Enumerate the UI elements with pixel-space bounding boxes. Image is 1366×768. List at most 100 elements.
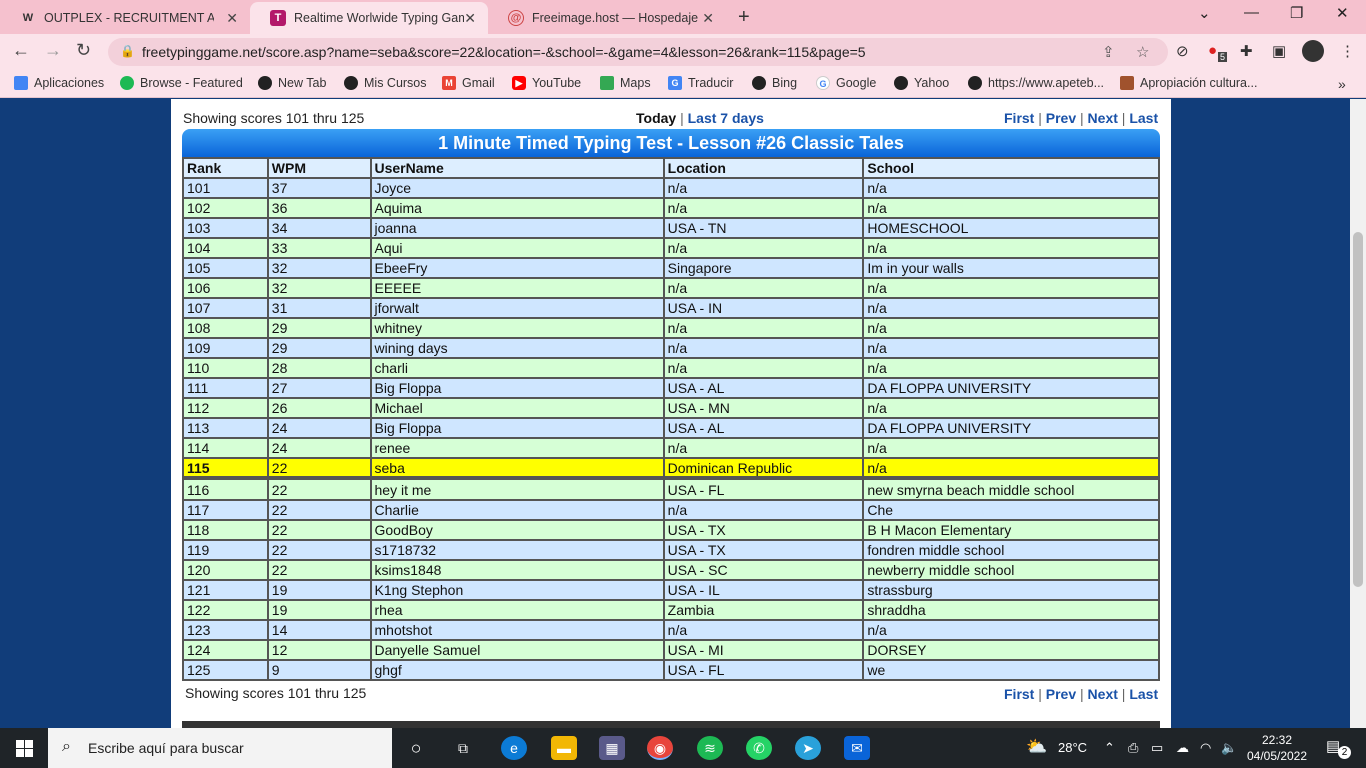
bookmarks-overflow-icon[interactable]: » <box>1338 76 1346 92</box>
cell-school: n/a <box>862 197 1160 219</box>
wifi-icon[interactable]: ◠ <box>1200 740 1211 756</box>
extension-icon[interactable]: ● <box>1208 42 1217 59</box>
cell-school: n/a <box>862 619 1160 641</box>
cell-wpm: 27 <box>266 377 372 399</box>
cell-school: shraddha <box>862 599 1160 621</box>
bookmark-new-tab[interactable]: New Tab <box>258 76 326 90</box>
pager-first-link[interactable]: First <box>1004 686 1034 702</box>
tab-outplex[interactable]: W OUTPLEX - RECRUITMENT ASSES ✕ <box>0 2 250 34</box>
pager-prev-link[interactable]: Prev <box>1046 686 1076 702</box>
scrollbar-thumb[interactable] <box>1353 232 1363 587</box>
file-explorer-icon[interactable]: ▬ <box>551 736 577 760</box>
reload-icon[interactable]: ↻ <box>76 40 91 61</box>
cell-wpm: 22 <box>266 457 372 479</box>
bookmark-label: Maps <box>620 76 651 90</box>
bookmark-apeteb[interactable]: https://www.apeteb... <box>968 76 1104 90</box>
cell-username: s1718732 <box>369 539 665 561</box>
lock-icon[interactable]: 🔒 <box>120 44 135 58</box>
bookmark-browse-featured[interactable]: Browse - Featured <box>120 76 243 90</box>
bookmark-mis-cursos[interactable]: Mis Cursos <box>344 76 427 90</box>
tab-search-chevron-icon[interactable]: ⌄ <box>1198 4 1211 22</box>
back-arrow-icon[interactable]: ← <box>12 40 30 61</box>
tray-chevron-up-icon[interactable]: ⌃ <box>1104 740 1115 756</box>
microsoft-store-icon[interactable]: ▦ <box>599 736 625 760</box>
close-icon[interactable]: ✕ <box>226 10 238 27</box>
url-text[interactable]: freetypinggame.net/score.asp?name=seba&s… <box>142 44 866 60</box>
address-bar[interactable]: 🔒 freetypinggame.net/score.asp?name=seba… <box>108 38 1168 66</box>
pager-next-link[interactable]: Next <box>1088 686 1118 702</box>
close-icon[interactable]: ✕ <box>702 10 714 27</box>
pager-prev-link[interactable]: Prev <box>1046 110 1076 126</box>
onedrive-cloud-icon[interactable]: ☁ <box>1176 740 1189 756</box>
cell-location: USA - TX <box>662 539 865 561</box>
pager-last-link[interactable]: Last <box>1129 686 1158 702</box>
bookmark-youtube[interactable]: ▶ YouTube <box>512 76 581 90</box>
bookmark-yahoo[interactable]: Yahoo <box>894 76 949 90</box>
cell-username: hey it me <box>369 476 665 501</box>
pager-last-link[interactable]: Last <box>1129 110 1158 126</box>
tab-typing-game[interactable]: T Realtime Worlwide Typing Game ✕ <box>250 2 488 34</box>
meet-now-icon[interactable]: ⎙ <box>1128 740 1138 756</box>
table-row: 118 22 GoodBoy USA - TX B H Macon Elementary <box>182 519 1160 541</box>
cell-wpm: 22 <box>266 499 372 521</box>
google-icon: G <box>816 76 830 90</box>
bookmark-label: Google <box>836 76 877 90</box>
bookmark-star-icon[interactable]: ☆ <box>1136 43 1149 61</box>
share-icon[interactable]: ⇪ <box>1102 43 1115 61</box>
bookmark-google[interactable]: G Google <box>816 76 876 90</box>
cell-school: n/a <box>862 397 1160 419</box>
bookmark-apropiacion[interactable]: Apropiación cultura... <box>1120 76 1257 90</box>
minimize-icon[interactable]: — <box>1244 4 1259 21</box>
cell-username: rhea <box>369 599 665 621</box>
weather-temperature[interactable]: 28°C <box>1058 740 1087 755</box>
cell-school: HOMESCHOOL <box>862 217 1160 239</box>
volume-icon[interactable]: 🔈 <box>1221 740 1237 756</box>
bookmark-apps[interactable]: Aplicaciones <box>14 76 104 90</box>
bookmark-gmail[interactable]: M Gmail <box>442 76 495 90</box>
spotify-app-icon[interactable]: ≋ <box>697 736 723 760</box>
table-row: 111 27 Big Floppa USA - AL DA FLOPPA UNIVERS… <box>182 377 1160 399</box>
tab-freeimage[interactable]: @ Freeimage.host — Hospedaje de ✕ <box>488 2 726 34</box>
task-view-icon[interactable]: ⧉ <box>450 736 476 760</box>
bookmark-label: Traducir <box>688 76 734 90</box>
page-scrollbar[interactable] <box>1350 99 1366 728</box>
restore-icon[interactable]: ❐ <box>1290 4 1303 22</box>
table-row: 107 31 jforwalt USA - IN n/a <box>182 297 1160 319</box>
cell-location: USA - IN <box>662 297 865 319</box>
blocker-extension-icon[interactable]: ⊘ <box>1176 42 1189 60</box>
windows-start-icon[interactable] <box>0 728 48 768</box>
close-icon[interactable]: ✕ <box>464 10 476 27</box>
bookmark-bing[interactable]: Bing <box>752 76 797 90</box>
cell-wpm: 36 <box>266 197 372 219</box>
puzzle-extensions-icon[interactable]: ✚ <box>1240 42 1253 60</box>
forward-arrow-icon[interactable]: → <box>44 40 62 61</box>
profile-avatar[interactable] <box>1302 40 1324 62</box>
menu-kebab-icon[interactable]: ⋮ <box>1340 42 1355 60</box>
chrome-icon[interactable]: ◉ <box>647 736 673 760</box>
window-close-icon[interactable]: ✕ <box>1336 4 1349 22</box>
bookmark-maps[interactable]: Maps <box>600 76 651 90</box>
new-tab-plus-icon[interactable]: + <box>738 6 750 29</box>
taskbar-search-box[interactable]: ⌕ Escribe aquí para buscar <box>48 728 392 768</box>
pager-first-link[interactable]: First <box>1004 110 1034 126</box>
bookmark-traducir[interactable]: G Traducir <box>668 76 733 90</box>
apps-grid-icon <box>14 76 28 90</box>
cell-username: Aqui <box>369 237 665 259</box>
battery-icon[interactable]: ▭ <box>1151 740 1163 756</box>
whatsapp-icon[interactable]: ✆ <box>746 736 772 760</box>
cortana-circle-icon[interactable]: ○ <box>403 736 429 760</box>
cell-rank: 101 <box>182 177 269 199</box>
mail-icon[interactable]: ✉ <box>844 736 870 760</box>
edge-browser-icon[interactable]: e <box>501 736 527 760</box>
cell-location: n/a <box>662 357 865 379</box>
pager-next-link[interactable]: Next <box>1088 110 1118 126</box>
system-clock[interactable]: 22:32 04/05/2022 <box>1244 732 1310 764</box>
table-row: 109 29 wining days n/a n/a <box>182 337 1160 359</box>
youtube-icon: ▶ <box>512 76 526 90</box>
weather-icon[interactable]: ⛅ <box>1026 737 1047 757</box>
cell-wpm: 22 <box>266 539 372 561</box>
period-last-7-days-link[interactable]: Last 7 days <box>688 110 764 126</box>
side-panel-icon[interactable]: ▣ <box>1272 42 1286 60</box>
telegram-icon[interactable]: ➤ <box>795 736 821 760</box>
globe-icon <box>258 76 272 90</box>
